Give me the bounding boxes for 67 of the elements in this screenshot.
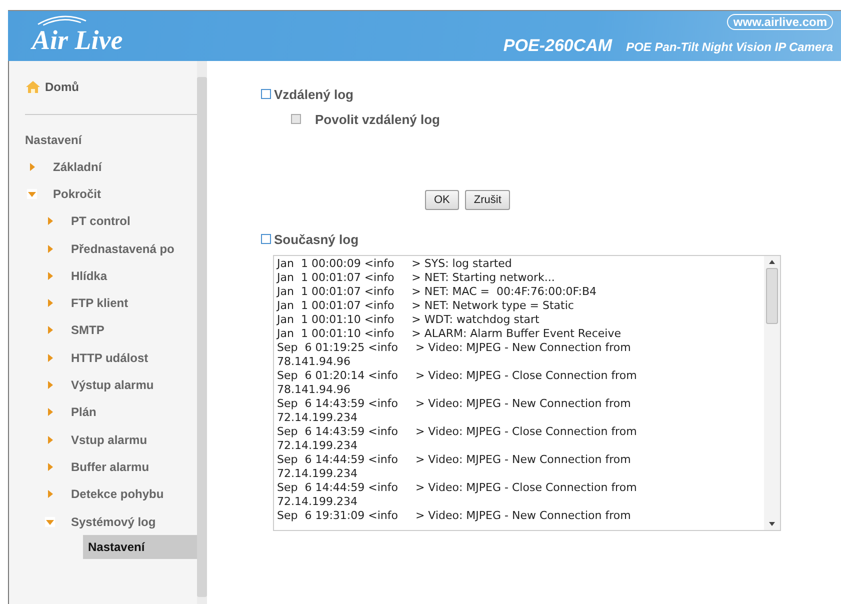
log-line: 78.141.94.96: [277, 383, 352, 397]
log-line: Sep 6 14:44:59 <info > Video: MJPEG - New Connection from: [277, 453, 632, 467]
menu-item[interactable]: Systémový log: [71, 514, 156, 528]
checkbox-label: Povolit vzdálený log: [315, 112, 440, 126]
log-line: 72.14.199.234: [277, 467, 358, 481]
log-text-area[interactable]: [273, 255, 781, 531]
menu-item[interactable]: Přednastavená po: [71, 242, 174, 256]
scroll-down-icon[interactable]: [768, 520, 776, 528]
collapsed-arrow-icon[interactable]: [45, 352, 55, 363]
expanded-arrow-icon[interactable]: [45, 516, 55, 526]
log-line: Jan 1 00:00:09 <info > SYS: log started: [277, 257, 513, 271]
log-line: Jan 1 00:01:07 <info > NET: Starting network...: [277, 271, 556, 285]
scrollbar[interactable]: [764, 256, 780, 530]
menu-item[interactable]: Nastavení: [83, 535, 197, 560]
sidebar-heading: Nastavení: [25, 132, 83, 149]
model-name: POE-260CAM: [503, 36, 612, 56]
button[interactable]: Zrušit: [464, 190, 510, 210]
log-line: 72.14.199.234: [277, 411, 358, 425]
log-line: 72.14.199.234: [277, 439, 358, 453]
collapsed-arrow-icon[interactable]: [45, 325, 55, 336]
menu-item[interactable]: Buffer alarmu: [71, 460, 150, 474]
collapsed-arrow-icon[interactable]: [27, 162, 37, 172]
log-line: Sep 6 14:44:59 <info > Video: MJPEG - Close Connection from: [277, 481, 638, 495]
home-link[interactable]: Domů: [45, 80, 79, 94]
section-title: Vzdálený log: [274, 86, 354, 102]
house-icon: [25, 80, 41, 94]
log-line: Sep 6 01:20:14 <info > Video: MJPEG - Close Connection from: [277, 369, 638, 383]
collapsed-arrow-icon[interactable]: [45, 298, 55, 308]
log-line: 78.141.94.96: [277, 355, 352, 369]
menu-item[interactable]: Plán: [71, 405, 96, 420]
collapsed-arrow-icon[interactable]: [45, 270, 55, 281]
collapsed-arrow-icon[interactable]: [45, 462, 55, 472]
log-line: Sep 6 19:31:09 <info > Video: MJPEG - New Connection from: [277, 509, 632, 523]
log-line: Sep 6 14:43:59 <info > Video: MJPEG - New Connection from: [277, 397, 632, 411]
expanded-arrow-icon[interactable]: [27, 188, 37, 199]
log-line: Jan 1 00:01:07 <info > NET: MAC = 00:4F:76:00:0F:B4: [277, 285, 598, 299]
menu-item[interactable]: Detekce pohybu: [71, 487, 164, 502]
menu-item[interactable]: SMTP: [71, 323, 104, 338]
menu-item[interactable]: Pokročit: [53, 186, 102, 201]
collapsed-arrow-icon[interactable]: [45, 244, 55, 254]
collapsed-arrow-icon[interactable]: [45, 380, 55, 390]
menu-item[interactable]: HTTP událost: [71, 350, 148, 365]
collapsed-arrow-icon[interactable]: [45, 407, 55, 418]
menu-item[interactable]: Vstup alarmu: [71, 432, 148, 447]
collapsed-arrow-icon[interactable]: [45, 216, 55, 226]
collapsed-arrow-icon[interactable]: [45, 489, 55, 500]
collapsed-arrow-icon[interactable]: [45, 434, 55, 445]
menu-item[interactable]: Výstup alarmu: [71, 378, 154, 392]
log-line: Sep 6 14:43:59 <info > Video: MJPEG - Close Connection from: [277, 425, 638, 439]
square-icon: [261, 89, 271, 99]
menu-item[interactable]: Hlídka: [71, 268, 108, 283]
product-description: POE Pan-Tilt Night Vision IP Camera: [626, 40, 833, 54]
menu-item[interactable]: Základní: [53, 160, 102, 174]
section-title: Současný log: [274, 232, 359, 246]
checkbox[interactable]: [291, 114, 301, 124]
scroll-thumb[interactable]: [766, 268, 778, 324]
brand-logo: Air Live: [32, 26, 123, 54]
log-line: Sep 6 01:19:25 <info > Video: MJPEG - New Connection from: [277, 341, 632, 355]
button[interactable]: OK: [425, 190, 459, 210]
log-line: Jan 1 00:01:10 <info > ALARM: Alarm Buffer Event Receive: [277, 327, 622, 341]
menu-item[interactable]: FTP klient: [71, 296, 128, 310]
menu-item[interactable]: PT control: [71, 214, 130, 228]
log-line: 72.14.199.234: [277, 495, 358, 509]
log-line: Jan 1 00:01:10 <info > WDT: watchdog start: [277, 313, 540, 327]
square-icon: [261, 234, 271, 244]
log-line: Jan 1 00:01:07 <info > NET: Network type = Static: [277, 299, 575, 313]
scroll-up-icon[interactable]: [768, 258, 776, 266]
